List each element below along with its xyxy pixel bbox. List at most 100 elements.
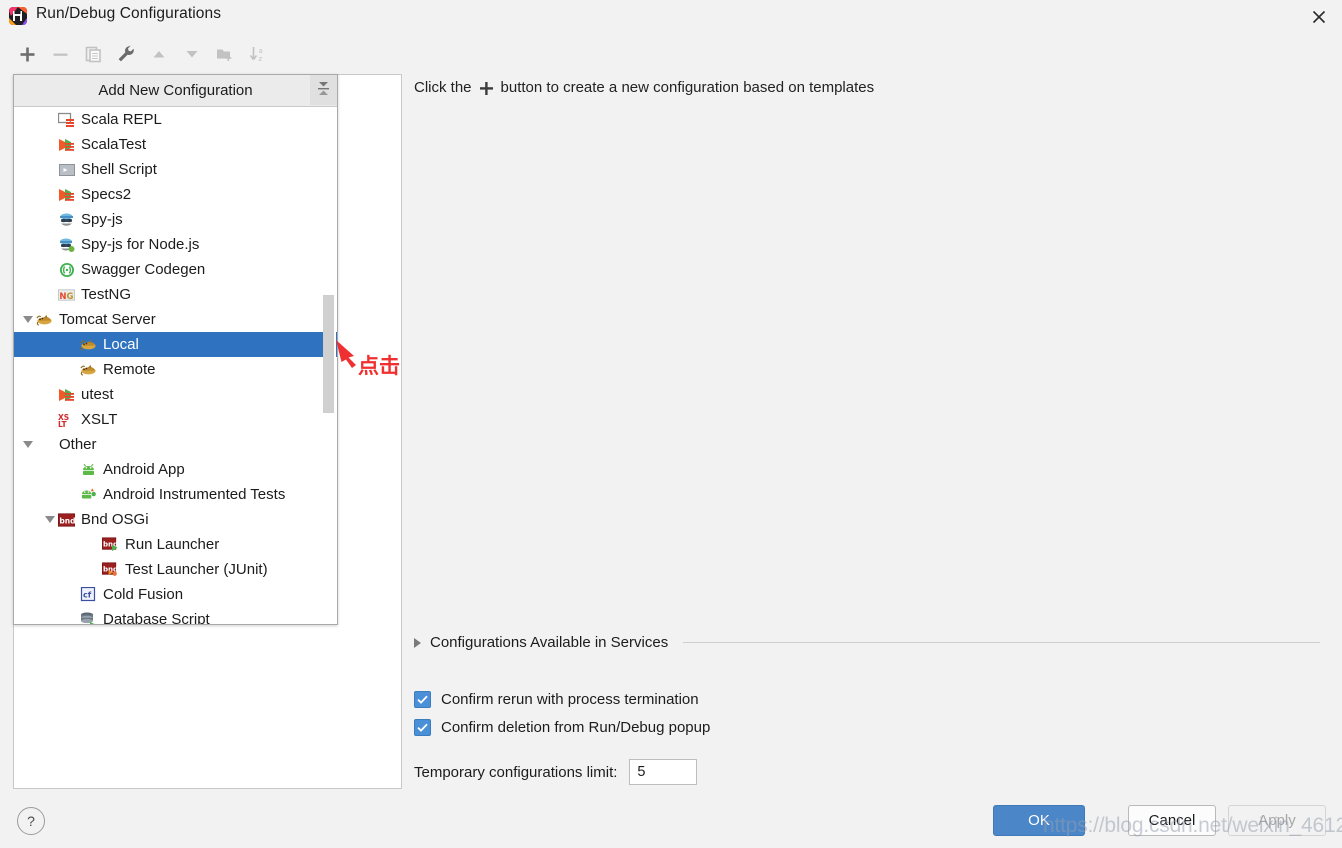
android-test-icon: [80, 486, 97, 503]
list-item[interactable]: N G TestNG: [14, 282, 337, 307]
services-section-header[interactable]: Configurations Available in Services: [414, 634, 1320, 651]
copy-icon: [85, 46, 102, 67]
cold-fusion-icon: cf: [80, 586, 97, 603]
list-item-label: Specs2: [81, 186, 132, 203]
list-item[interactable]: Swagger Codegen: [14, 257, 337, 282]
apply-button[interactable]: Apply: [1228, 805, 1326, 836]
tree-twisty-placeholder: [64, 457, 80, 482]
confirm-rerun-label: Confirm rerun with process termination: [441, 691, 699, 708]
list-item[interactable]: Remote: [14, 357, 337, 382]
chevron-down-icon[interactable]: [42, 507, 58, 532]
list-item[interactable]: Spy-js for Node.js: [14, 232, 337, 257]
list-item-label: Bnd OSGi: [81, 511, 149, 528]
list-item-label: Remote: [103, 361, 156, 378]
list-item-label: utest: [81, 386, 114, 403]
chevron-down-icon[interactable]: [20, 432, 36, 457]
close-icon[interactable]: [1296, 0, 1342, 33]
confirm-rerun-checkbox-row[interactable]: Confirm rerun with process termination: [414, 691, 699, 708]
add-configuration-button[interactable]: [13, 42, 41, 70]
temporary-limit-row: Temporary configurations limit:: [414, 759, 698, 785]
list-item[interactable]: bnd Test Launcher (JUnit): [14, 557, 337, 582]
tree-twisty-placeholder: [42, 232, 58, 257]
list-item-label: Local: [103, 336, 139, 353]
sort-az-icon: a z: [249, 45, 267, 67]
move-up-button[interactable]: [145, 42, 173, 70]
tree-twisty-placeholder: [42, 257, 58, 282]
remove-configuration-button[interactable]: [46, 42, 74, 70]
list-item-label: Spy-js: [81, 211, 123, 228]
tomcat-icon: [80, 361, 97, 378]
hint-prefix-text: Click the: [414, 79, 472, 96]
specs2-icon: [58, 186, 75, 203]
collapse-all-button[interactable]: [310, 75, 337, 105]
arrow-up-icon: [151, 46, 167, 66]
cancel-button[interactable]: Cancel: [1128, 805, 1216, 836]
services-section-label: Configurations Available in Services: [430, 634, 669, 651]
checkmark-icon: [417, 695, 428, 704]
svg-text:bnd: bnd: [59, 516, 75, 525]
list-item[interactable]: Spy-js: [14, 207, 337, 232]
help-button[interactable]: ?: [17, 807, 45, 835]
tree-twisty-placeholder: [64, 482, 80, 507]
confirm-rerun-checkbox[interactable]: [414, 691, 431, 708]
sort-alphabetically-button[interactable]: a z: [244, 42, 272, 70]
list-item[interactable]: Specs2: [14, 182, 337, 207]
bnd-icon: bnd: [58, 511, 75, 528]
list-item[interactable]: Android App: [14, 457, 337, 482]
tree-twisty-placeholder: [42, 107, 58, 132]
list-item-selected[interactable]: Local: [14, 332, 337, 357]
wrench-icon: [117, 45, 135, 67]
list-item[interactable]: Shell Script: [14, 157, 337, 182]
ok-button[interactable]: OK: [993, 805, 1085, 836]
list-item[interactable]: XS LT XSLT: [14, 407, 337, 432]
confirm-deletion-label: Confirm deletion from Run/Debug popup: [441, 719, 711, 736]
folder-add-icon: [216, 46, 234, 67]
edit-templates-button[interactable]: [112, 42, 140, 70]
spy-js-icon: [58, 211, 75, 228]
tree-twisty-placeholder: [64, 607, 80, 624]
temporary-limit-input[interactable]: [629, 759, 698, 785]
scala-test-icon: [58, 136, 75, 153]
configuration-template-list[interactable]: Scala REPL ScalaTest Shell Script Specs2 Spy…: [14, 107, 337, 625]
confirm-deletion-checkbox-row[interactable]: Confirm deletion from Run/Debug popup: [414, 719, 710, 736]
testng-icon: NG: [58, 286, 75, 303]
list-item[interactable]: Tomcat Server: [14, 307, 337, 332]
list-item-label: Database Script: [103, 611, 210, 625]
intellij-idea-logo-icon: [8, 6, 28, 26]
list-item[interactable]: utest: [14, 382, 337, 407]
tree-twisty-placeholder: [64, 357, 80, 382]
move-down-button[interactable]: [178, 42, 206, 70]
tree-twisty-placeholder: [42, 207, 58, 232]
list-item[interactable]: cf Cold Fusion: [14, 582, 337, 607]
list-item[interactable]: Scala REPL: [14, 107, 337, 132]
copy-configuration-button[interactable]: [79, 42, 107, 70]
list-item[interactable]: ScalaTest: [14, 132, 337, 157]
svg-text:z: z: [259, 55, 263, 63]
window-title: Run/Debug Configurations: [36, 5, 222, 22]
shell-script-icon: [58, 161, 75, 178]
list-item[interactable]: bnd Bnd OSGi: [14, 507, 337, 532]
add-new-configuration-popup[interactable]: Add New Configuration Scala REPL ScalaTes…: [13, 74, 338, 625]
checkmark-icon: [417, 723, 428, 732]
list-item-label: Run Launcher: [125, 536, 220, 553]
tree-twisty-placeholder: [42, 132, 58, 157]
chevron-down-icon[interactable]: [20, 307, 36, 332]
list-item-label: Shell Script: [81, 161, 157, 178]
scala-repl-icon: [58, 111, 75, 128]
xslt-icon: XS LT: [58, 411, 75, 428]
list-item[interactable]: bnd Run Launcher: [14, 532, 337, 557]
plus-icon: [19, 46, 36, 67]
list-item[interactable]: Other: [14, 432, 337, 457]
list-item[interactable]: Database Script: [14, 607, 337, 625]
collapse-all-icon: [316, 80, 331, 101]
list-item-label: Android Instrumented Tests: [103, 486, 286, 503]
svg-text:N: N: [59, 291, 66, 301]
plus-icon: [479, 81, 494, 96]
list-item[interactable]: Android Instrumented Tests: [14, 482, 337, 507]
create-folder-button[interactable]: [211, 42, 239, 70]
popup-scrollbar-thumb[interactable]: [323, 295, 334, 413]
android-icon: [80, 461, 97, 478]
tree-twisty-placeholder: [42, 407, 58, 432]
confirm-deletion-checkbox[interactable]: [414, 719, 431, 736]
list-item-label: Scala REPL: [81, 111, 162, 128]
